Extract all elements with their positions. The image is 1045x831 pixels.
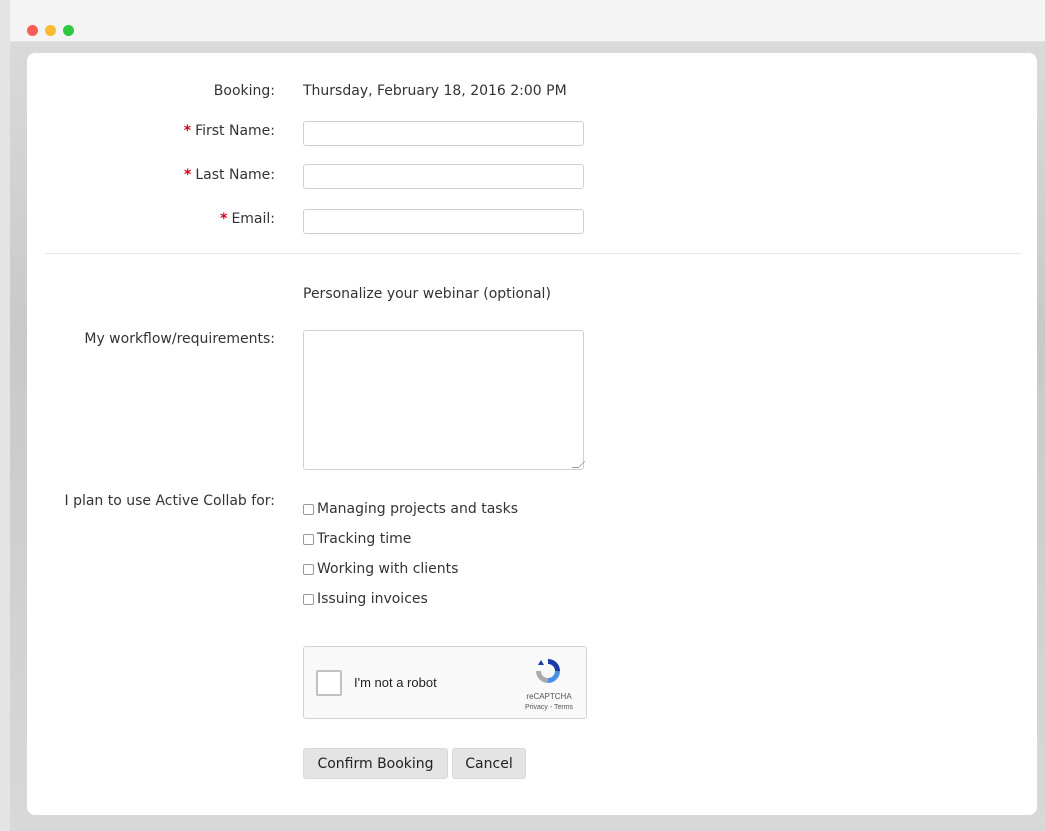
plan-option-managing-projects[interactable]: Managing projects and tasks [303, 501, 518, 517]
recaptcha-checkbox[interactable] [316, 670, 342, 696]
recaptcha-brand: reCAPTCHA [526, 692, 572, 701]
email-label: * Email: [220, 211, 275, 227]
required-marker: * [220, 211, 228, 227]
booking-label: Booking: [213, 83, 275, 99]
close-window-button[interactable] [27, 25, 38, 36]
first-name-label: * First Name: [183, 123, 275, 139]
last-name-field[interactable] [303, 164, 584, 189]
recaptcha-label: I'm not a robot [354, 675, 437, 690]
maximize-window-button[interactable] [63, 25, 74, 36]
cancel-button[interactable]: Cancel [452, 748, 526, 779]
booking-value: Thursday, February 18, 2016 2:00 PM [303, 83, 567, 99]
plan-label: I plan to use Active Collab for: [64, 493, 275, 509]
recaptcha-widget: I'm not a robot reCAPTCHA Privacy - Term… [303, 646, 587, 719]
plan-option-working-with-clients[interactable]: Working with clients [303, 561, 458, 577]
checkbox[interactable] [303, 593, 314, 605]
window-titlebar [10, 0, 1045, 42]
section-divider [45, 253, 1021, 254]
workflow-textarea[interactable] [303, 330, 584, 470]
required-marker: * [184, 167, 192, 183]
workflow-label: My workflow/requirements: [84, 331, 275, 347]
checkbox[interactable] [303, 533, 314, 545]
personalize-heading: Personalize your webinar (optional) [303, 286, 551, 302]
plan-option-issuing-invoices[interactable]: Issuing invoices [303, 591, 428, 607]
last-name-label: * Last Name: [184, 167, 275, 183]
email-field[interactable] [303, 209, 584, 234]
booking-form: Booking: Thursday, February 18, 2016 2:0… [27, 53, 1037, 815]
minimize-window-button[interactable] [45, 25, 56, 36]
plan-option-tracking-time[interactable]: Tracking time [303, 531, 411, 547]
required-marker: * [183, 123, 192, 139]
first-name-field[interactable] [303, 121, 584, 146]
recaptcha-icon [536, 659, 560, 683]
checkbox[interactable] [303, 563, 314, 575]
confirm-booking-button[interactable]: Confirm Booking [303, 748, 448, 779]
checkbox[interactable] [303, 503, 314, 515]
recaptcha-terms-link[interactable]: Privacy - Terms [520, 704, 578, 711]
browser-window: Booking: Thursday, February 18, 2016 2:0… [10, 0, 1045, 831]
